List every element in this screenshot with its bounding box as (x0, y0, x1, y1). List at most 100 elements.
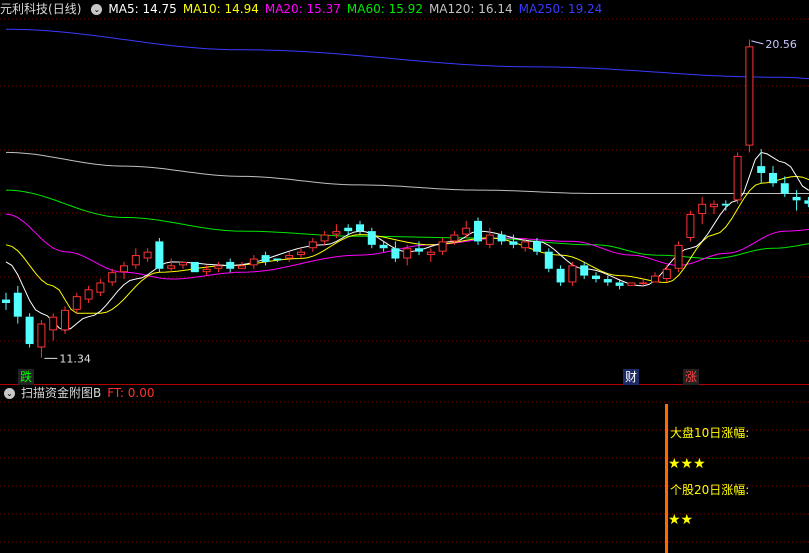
candle-body (84, 289, 93, 300)
candle (733, 152, 742, 204)
sub-header: ⌄ 扫描资金附图B FT: 0.00 (0, 384, 161, 402)
candle-body (226, 261, 235, 269)
badge-cai[interactable]: 财 (623, 369, 640, 385)
chevron-down-icon[interactable]: ⌄ (91, 3, 103, 15)
candle-body (261, 255, 270, 262)
candle-body (544, 251, 553, 269)
candle-body (379, 244, 388, 249)
candle-body (603, 279, 612, 283)
candle-body (2, 299, 10, 303)
candle-body (238, 265, 246, 269)
candle-body (710, 203, 718, 208)
ma20-value: MA20: 15.37 (264, 2, 341, 16)
candle-body (143, 251, 152, 259)
sub-title[interactable]: 扫描资金附图B (21, 384, 101, 402)
candle-body (131, 255, 140, 266)
candle-body (356, 224, 364, 232)
candle (474, 217, 482, 245)
candle-body (568, 265, 577, 283)
candle-body (37, 323, 46, 348)
period-label: (日线) (48, 2, 82, 16)
candle-body (674, 244, 683, 269)
candle-body (61, 309, 69, 331)
main-header: 元利科技 (日线) ⌄ MA5: 14.75 MA10: 14.94 MA20:… (0, 0, 608, 18)
candle (155, 237, 164, 273)
candle-body (297, 251, 305, 256)
chevron-down-icon[interactable]: ⌄ (4, 387, 15, 399)
candle-body (615, 282, 624, 286)
candle-body (474, 220, 482, 242)
stock-name[interactable]: 元利科技 (0, 0, 48, 18)
candle-body (96, 282, 105, 293)
candle (745, 39, 754, 153)
market-10d-label: 大盘10日涨幅: (670, 425, 749, 440)
candle (686, 210, 695, 242)
candle-body (686, 214, 695, 238)
badge-die[interactable]: 跌 (18, 369, 35, 385)
candle-body (367, 231, 376, 245)
candle (568, 261, 577, 286)
ft-value: FT: 0.00 (107, 386, 155, 400)
candle-body (332, 231, 341, 235)
candle-body (202, 268, 211, 273)
candle-body (438, 241, 447, 252)
candle-body (792, 196, 801, 201)
market-10d-stars: ★★★ (668, 456, 706, 472)
candle-body (521, 241, 530, 249)
candle-body (167, 265, 176, 269)
candle-body (450, 234, 459, 242)
candle-body (497, 234, 506, 242)
high-price-label: 20.56 (765, 38, 797, 51)
candle (674, 241, 683, 273)
candle (627, 282, 636, 286)
candle-body (769, 172, 777, 184)
candle-body (509, 241, 518, 245)
candle-body (285, 255, 294, 259)
candle-body (155, 241, 164, 269)
candle-body (733, 155, 742, 201)
ma120-value: MA120: 16.14 (428, 2, 513, 16)
candle-body (485, 234, 494, 245)
candle-body (780, 183, 789, 194)
candle-body (25, 316, 34, 345)
candle-body (72, 296, 81, 310)
ma250-value: MA250: 19.24 (518, 2, 603, 16)
candle (25, 313, 34, 348)
candle-body (308, 241, 317, 249)
price-chart[interactable]: 20.56 11.34 大盘10日涨幅: ★★★ 个股20日涨幅: ★★ (0, 0, 809, 553)
candle-body (627, 282, 636, 286)
candle-body (214, 265, 223, 269)
candle (190, 261, 199, 273)
candle-body (49, 316, 58, 331)
ma60-value: MA60: 15.92 (346, 2, 423, 16)
badge-zhang[interactable]: 涨 (683, 369, 700, 385)
candle-body (533, 241, 541, 252)
candle-body (757, 166, 766, 173)
candle-body (662, 268, 671, 280)
ma5-value: MA5: 14.75 (108, 2, 177, 16)
candle-body (273, 258, 282, 261)
stock-20d-stars: ★★ (668, 512, 693, 528)
candle-body (721, 203, 730, 206)
candle-body (179, 261, 187, 266)
candle-body (415, 248, 423, 252)
candle-body (108, 272, 117, 283)
candle-body (190, 261, 199, 273)
candle-body (592, 275, 600, 280)
candle-body (426, 251, 435, 256)
stock-20d-label: 个股20日涨幅: (670, 482, 749, 497)
candle-body (804, 200, 809, 204)
candle-body (651, 275, 659, 283)
candle-body (639, 282, 648, 284)
candle (61, 306, 69, 334)
ma10-value: MA10: 14.94 (182, 2, 259, 16)
candle-body (120, 265, 128, 273)
candle-body (580, 265, 589, 276)
candle-body (391, 248, 400, 259)
candle-body (13, 292, 22, 317)
candle (544, 248, 553, 273)
candle-body (344, 227, 353, 232)
candle-body (320, 234, 329, 242)
fund-bar (665, 404, 668, 553)
low-price-label: 11.34 (59, 352, 91, 365)
